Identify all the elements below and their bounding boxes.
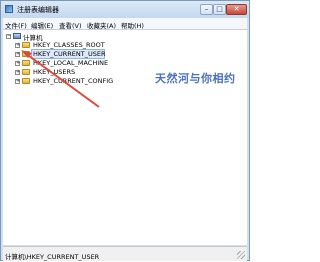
registry-editor-window: 注册表编辑器 – □ ✕ 文件(F) 编辑(E) 查看(V) 收藏夹(A) 帮助… (0, 0, 250, 261)
arrow-shaft (24, 52, 100, 108)
red-arrow-annotation (21, 50, 100, 108)
